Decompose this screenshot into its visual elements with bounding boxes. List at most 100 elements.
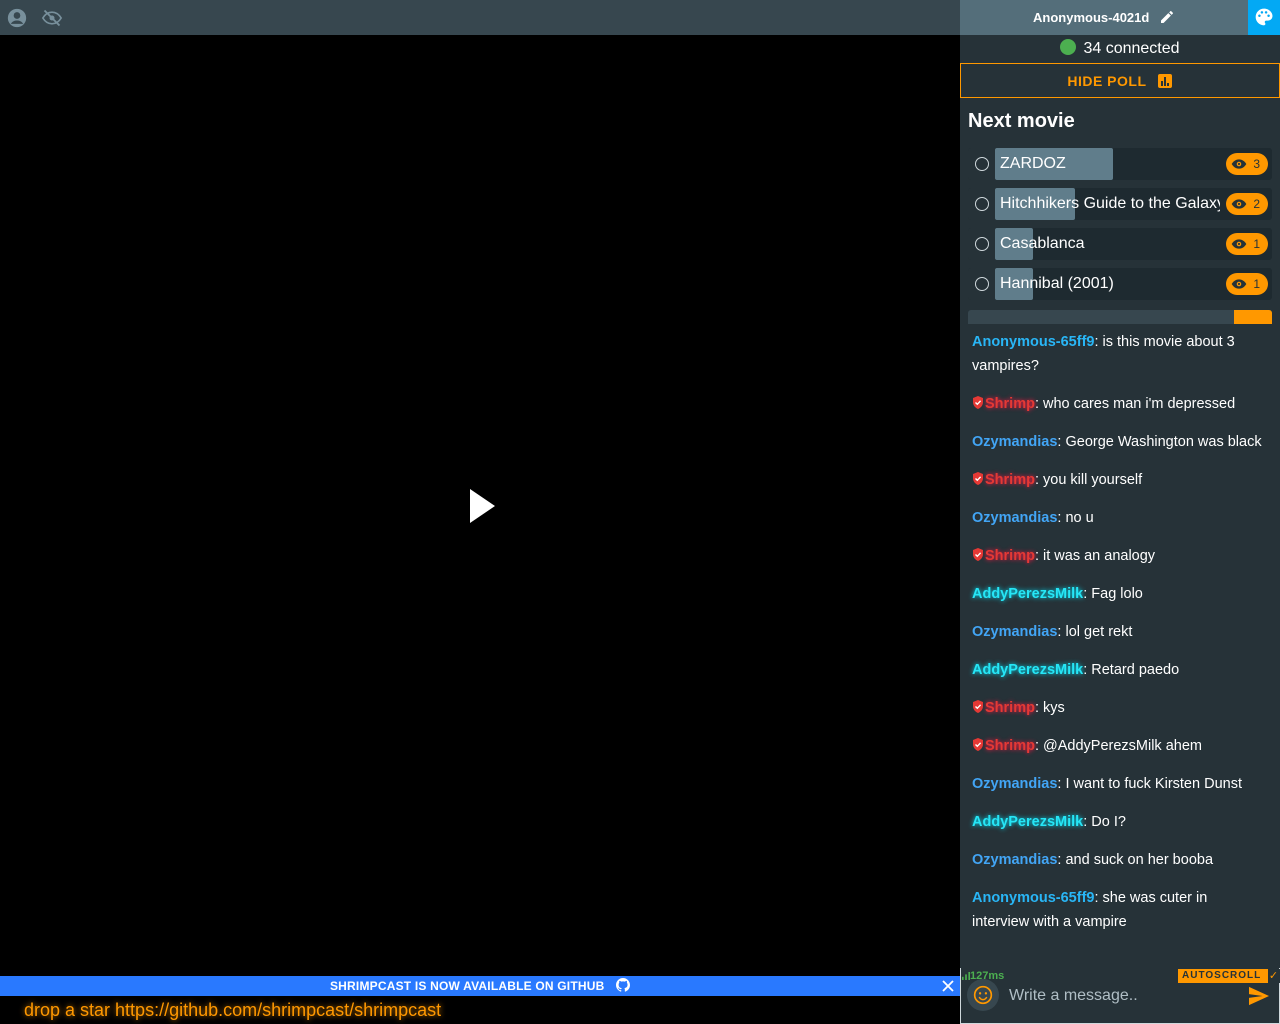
- autoscroll-toggle[interactable]: AUTOSCROLL ✓: [1178, 969, 1280, 983]
- chat-username[interactable]: Anonymous-65ff9: [972, 334, 1094, 350]
- chat-username[interactable]: AddyPerezsMilk: [972, 814, 1083, 830]
- vote-count-badge[interactable]: 2: [1226, 193, 1268, 215]
- edit-name-icon[interactable]: [1159, 3, 1175, 23]
- vote-count-badge[interactable]: 3: [1226, 153, 1268, 175]
- chat-text: : no u: [1057, 510, 1094, 526]
- autoscroll-label: AUTOSCROLL: [1182, 970, 1262, 981]
- poll-option-label: Casablanca: [1000, 235, 1085, 252]
- moderator-shield-icon: [973, 548, 983, 561]
- chat-message: Shrimp: you kill yourself: [972, 468, 1268, 492]
- vote-count-badge[interactable]: 1: [1226, 233, 1268, 255]
- chat-message: Shrimp: it was an analogy: [972, 544, 1268, 568]
- chat-message: Shrimp: @AddyPerezsMilk ahem: [972, 734, 1268, 758]
- chat-message: Ozymandias: no u: [972, 506, 1268, 530]
- chat-message: AddyPerezsMilk: Retard paedo: [972, 658, 1268, 682]
- chat-text: : Do I?: [1083, 814, 1126, 830]
- vote-count: 3: [1253, 157, 1260, 171]
- radio-button[interactable]: [968, 268, 995, 300]
- poll-option[interactable]: Hannibal (2001) 1: [968, 268, 1272, 300]
- chat-username[interactable]: AddyPerezsMilk: [972, 662, 1083, 678]
- theme-palette-button[interactable]: [1248, 0, 1280, 35]
- chat-username[interactable]: AddyPerezsMilk: [972, 586, 1083, 602]
- check-icon: ✓: [1268, 969, 1280, 983]
- poll-chart-icon: [1157, 67, 1173, 88]
- chat-text: : I want to fuck Kirsten Dunst: [1057, 776, 1242, 792]
- vote-count-badge[interactable]: 1: [1226, 273, 1268, 295]
- chat-text: : lol get rekt: [1057, 624, 1133, 640]
- radio-button[interactable]: [968, 188, 995, 220]
- chat-username[interactable]: Ozymandias: [972, 852, 1057, 868]
- chat-username[interactable]: Shrimp: [985, 738, 1035, 754]
- radio-unchecked-icon: [975, 237, 989, 251]
- radio-unchecked-icon: [975, 277, 989, 291]
- sidebar-header: Anonymous-4021d: [960, 0, 1280, 35]
- chat-text: : you kill yourself: [1034, 472, 1143, 488]
- hide-poll-label: HIDE POLL: [1067, 73, 1147, 89]
- chat-message: Ozymandias: lol get rekt: [972, 620, 1268, 644]
- latency-text: 127ms: [970, 970, 1005, 982]
- radio-button[interactable]: [968, 228, 995, 260]
- radio-button[interactable]: [968, 148, 995, 180]
- eye-icon: [1231, 199, 1247, 209]
- chat-username[interactable]: Shrimp: [985, 396, 1035, 412]
- username-text: Anonymous-4021d: [1033, 10, 1150, 25]
- message-input[interactable]: [1009, 986, 1229, 1006]
- chat-text: : Retard paedo: [1083, 662, 1180, 678]
- signal-icon: [962, 972, 970, 980]
- banner-text: SHRIMPCAST IS NOW AVAILABLE ON GITHUB: [329, 979, 605, 993]
- chat-username[interactable]: Shrimp: [985, 548, 1035, 564]
- emoji-button[interactable]: [967, 979, 999, 1011]
- poll-option-label: Hitchhikers Guide to the Galaxy: [1000, 195, 1220, 212]
- poll-option[interactable]: Casablanca 1: [968, 228, 1272, 260]
- eye-icon: [1231, 159, 1247, 169]
- send-icon[interactable]: [1248, 986, 1270, 1006]
- chat-messages[interactable]: Anonymous-65ff9: is this movie about 3 v…: [960, 324, 1280, 968]
- account-icon[interactable]: [7, 8, 27, 28]
- radio-unchecked-icon: [975, 157, 989, 171]
- connected-text: 34 connected: [1083, 40, 1180, 57]
- visibility-off-icon[interactable]: [41, 8, 63, 28]
- chat-username[interactable]: Ozymandias: [972, 510, 1057, 526]
- chat-username[interactable]: Ozymandias: [972, 776, 1057, 792]
- chat-text: : kys: [1034, 700, 1065, 716]
- moderator-shield-icon: [973, 472, 983, 485]
- close-banner-icon[interactable]: [940, 978, 956, 994]
- chat-text: : and suck on her booba: [1057, 852, 1214, 868]
- announcement-banner: SHRIMPCAST IS NOW AVAILABLE ON GITHUB: [0, 976, 960, 996]
- online-status-icon: [1060, 39, 1077, 55]
- chat-text: : Fag lolo: [1083, 586, 1143, 602]
- chat-message: Ozymandias: I want to fuck Kirsten Dunst: [972, 772, 1268, 796]
- palette-icon: [1255, 8, 1273, 26]
- chat-message: Shrimp: kys: [972, 696, 1268, 720]
- play-icon[interactable]: [466, 487, 498, 525]
- chat-username[interactable]: Ozymandias: [972, 624, 1057, 640]
- chat-message: AddyPerezsMilk: Do I?: [972, 810, 1268, 834]
- chat-message: Anonymous-65ff9: is this movie about 3 v…: [972, 330, 1268, 378]
- chat-sidebar: Anonymous-4021d 34 connected HIDE POLL N…: [960, 0, 1280, 1024]
- hide-poll-button[interactable]: HIDE POLL: [960, 63, 1280, 98]
- emoji-icon: [973, 985, 993, 1005]
- poll-title: Next movie: [968, 110, 1075, 132]
- video-topbar: [0, 0, 960, 35]
- moderator-shield-icon: [973, 738, 983, 751]
- chat-message: AddyPerezsMilk: Fag lolo: [972, 582, 1268, 606]
- chat-username[interactable]: Shrimp: [985, 472, 1035, 488]
- chat-message: Anonymous-65ff9: she was cuter in interv…: [972, 886, 1268, 934]
- poll-option[interactable]: ZARDOZ 3: [968, 148, 1272, 180]
- moderator-shield-icon: [973, 396, 983, 409]
- poll-option-label: Hannibal (2001): [1000, 275, 1114, 292]
- chat-text: : George Washington was black: [1057, 434, 1262, 450]
- username-display[interactable]: Anonymous-4021d: [960, 0, 1248, 35]
- vote-count: 2: [1253, 197, 1260, 211]
- marquee-ticker: drop a star https://github.com/shrimpcas…: [0, 996, 960, 1024]
- chat-username[interactable]: Shrimp: [985, 700, 1035, 716]
- poll-option[interactable]: Hitchhikers Guide to the Galaxy 2: [968, 188, 1272, 220]
- github-icon[interactable]: [616, 978, 631, 992]
- chat-username[interactable]: Anonymous-65ff9: [972, 890, 1094, 906]
- moderator-shield-icon: [973, 700, 983, 713]
- add-poll-option-input[interactable]: [968, 310, 1272, 324]
- chat-username[interactable]: Ozymandias: [972, 434, 1057, 450]
- vote-count: 1: [1253, 277, 1260, 291]
- add-option-button[interactable]: [1234, 310, 1272, 324]
- chat-message: Ozymandias: George Washington was black: [972, 430, 1268, 454]
